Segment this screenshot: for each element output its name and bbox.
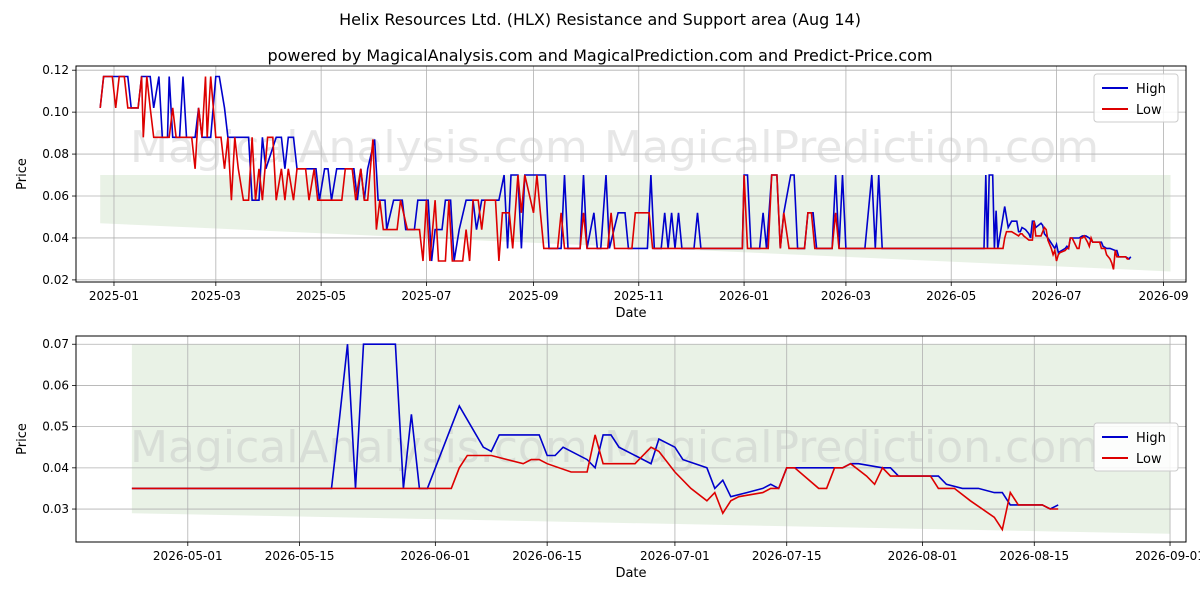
legend-label-high: High: [1136, 431, 1166, 446]
legend-label-high: High: [1136, 82, 1166, 97]
x-axis-title: Date: [615, 306, 646, 321]
legend-label-low: Low: [1136, 103, 1162, 118]
y-tick-label: 0.03: [42, 502, 69, 516]
y-tick-label: 0.07: [42, 337, 69, 351]
y-tick-label: 0.04: [42, 461, 69, 475]
y-tick-label: 0.06: [42, 189, 69, 203]
x-tick-label: 2026-05-01: [153, 549, 223, 563]
x-tick-label: 2026-01: [719, 289, 769, 303]
x-tick-label: 2025-01: [89, 289, 139, 303]
watermark-text: MagicalAnalysis.com: [130, 122, 588, 173]
y-tick-label: 0.08: [42, 147, 69, 161]
x-tick-label: 2026-09-01: [1135, 549, 1200, 563]
chart-panel-2: 2026-05-01 2026-05-15 2026-06-01 2026-06-15…: [15, 335, 1200, 581]
y-tick-label: 0.05: [42, 420, 69, 434]
x-tick-label: 2025-07: [401, 289, 451, 303]
y-tick-label: 0.06: [42, 378, 69, 392]
legend: High Low: [1093, 73, 1179, 123]
x-tick-label: 2026-03: [821, 289, 871, 303]
x-tick-label: 2026-07-01: [640, 549, 710, 563]
watermark-text: MagicalPrediction.com: [604, 122, 1099, 173]
x-tick-label: 2025-11: [614, 289, 664, 303]
x-tick-label: 2025-03: [191, 289, 241, 303]
y-tick-label: 0.02: [42, 273, 69, 287]
x-axis-title: Date: [615, 566, 646, 581]
x-tick-label: 2026-07: [1031, 289, 1081, 303]
y-axis-title: Price: [15, 423, 30, 455]
x-tick-label: 2026-08-15: [999, 549, 1069, 563]
x-tick-label: 2025-09: [508, 289, 558, 303]
x-tick-label: 2026-05-15: [265, 549, 335, 563]
x-tick-label: 2026-06-15: [512, 549, 582, 563]
chart-panel-1: 2025-01 2025-03 2025-05 2025-07 2025-09 2025-…: [15, 63, 1189, 321]
chart-canvas: 2025-01 2025-03 2025-05 2025-07 2025-09 2025-…: [15, 63, 1200, 581]
x-tick-label: 2026-09: [1138, 289, 1188, 303]
legend: High Low: [1093, 422, 1179, 472]
x-tick-label: 2026-05: [926, 289, 976, 303]
y-tick-label: 0.04: [42, 231, 69, 245]
y-tick-label: 0.10: [42, 105, 69, 119]
x-tick-label: 2026-07-15: [752, 549, 822, 563]
x-tick-label: 2026-08-01: [888, 549, 958, 563]
legend-label-low: Low: [1136, 452, 1162, 467]
y-tick-label: 0.12: [42, 63, 69, 77]
x-tick-label: 2025-05: [296, 289, 346, 303]
x-tick-label: 2026-06-01: [400, 549, 470, 563]
y-axis-title: Price: [15, 158, 30, 190]
